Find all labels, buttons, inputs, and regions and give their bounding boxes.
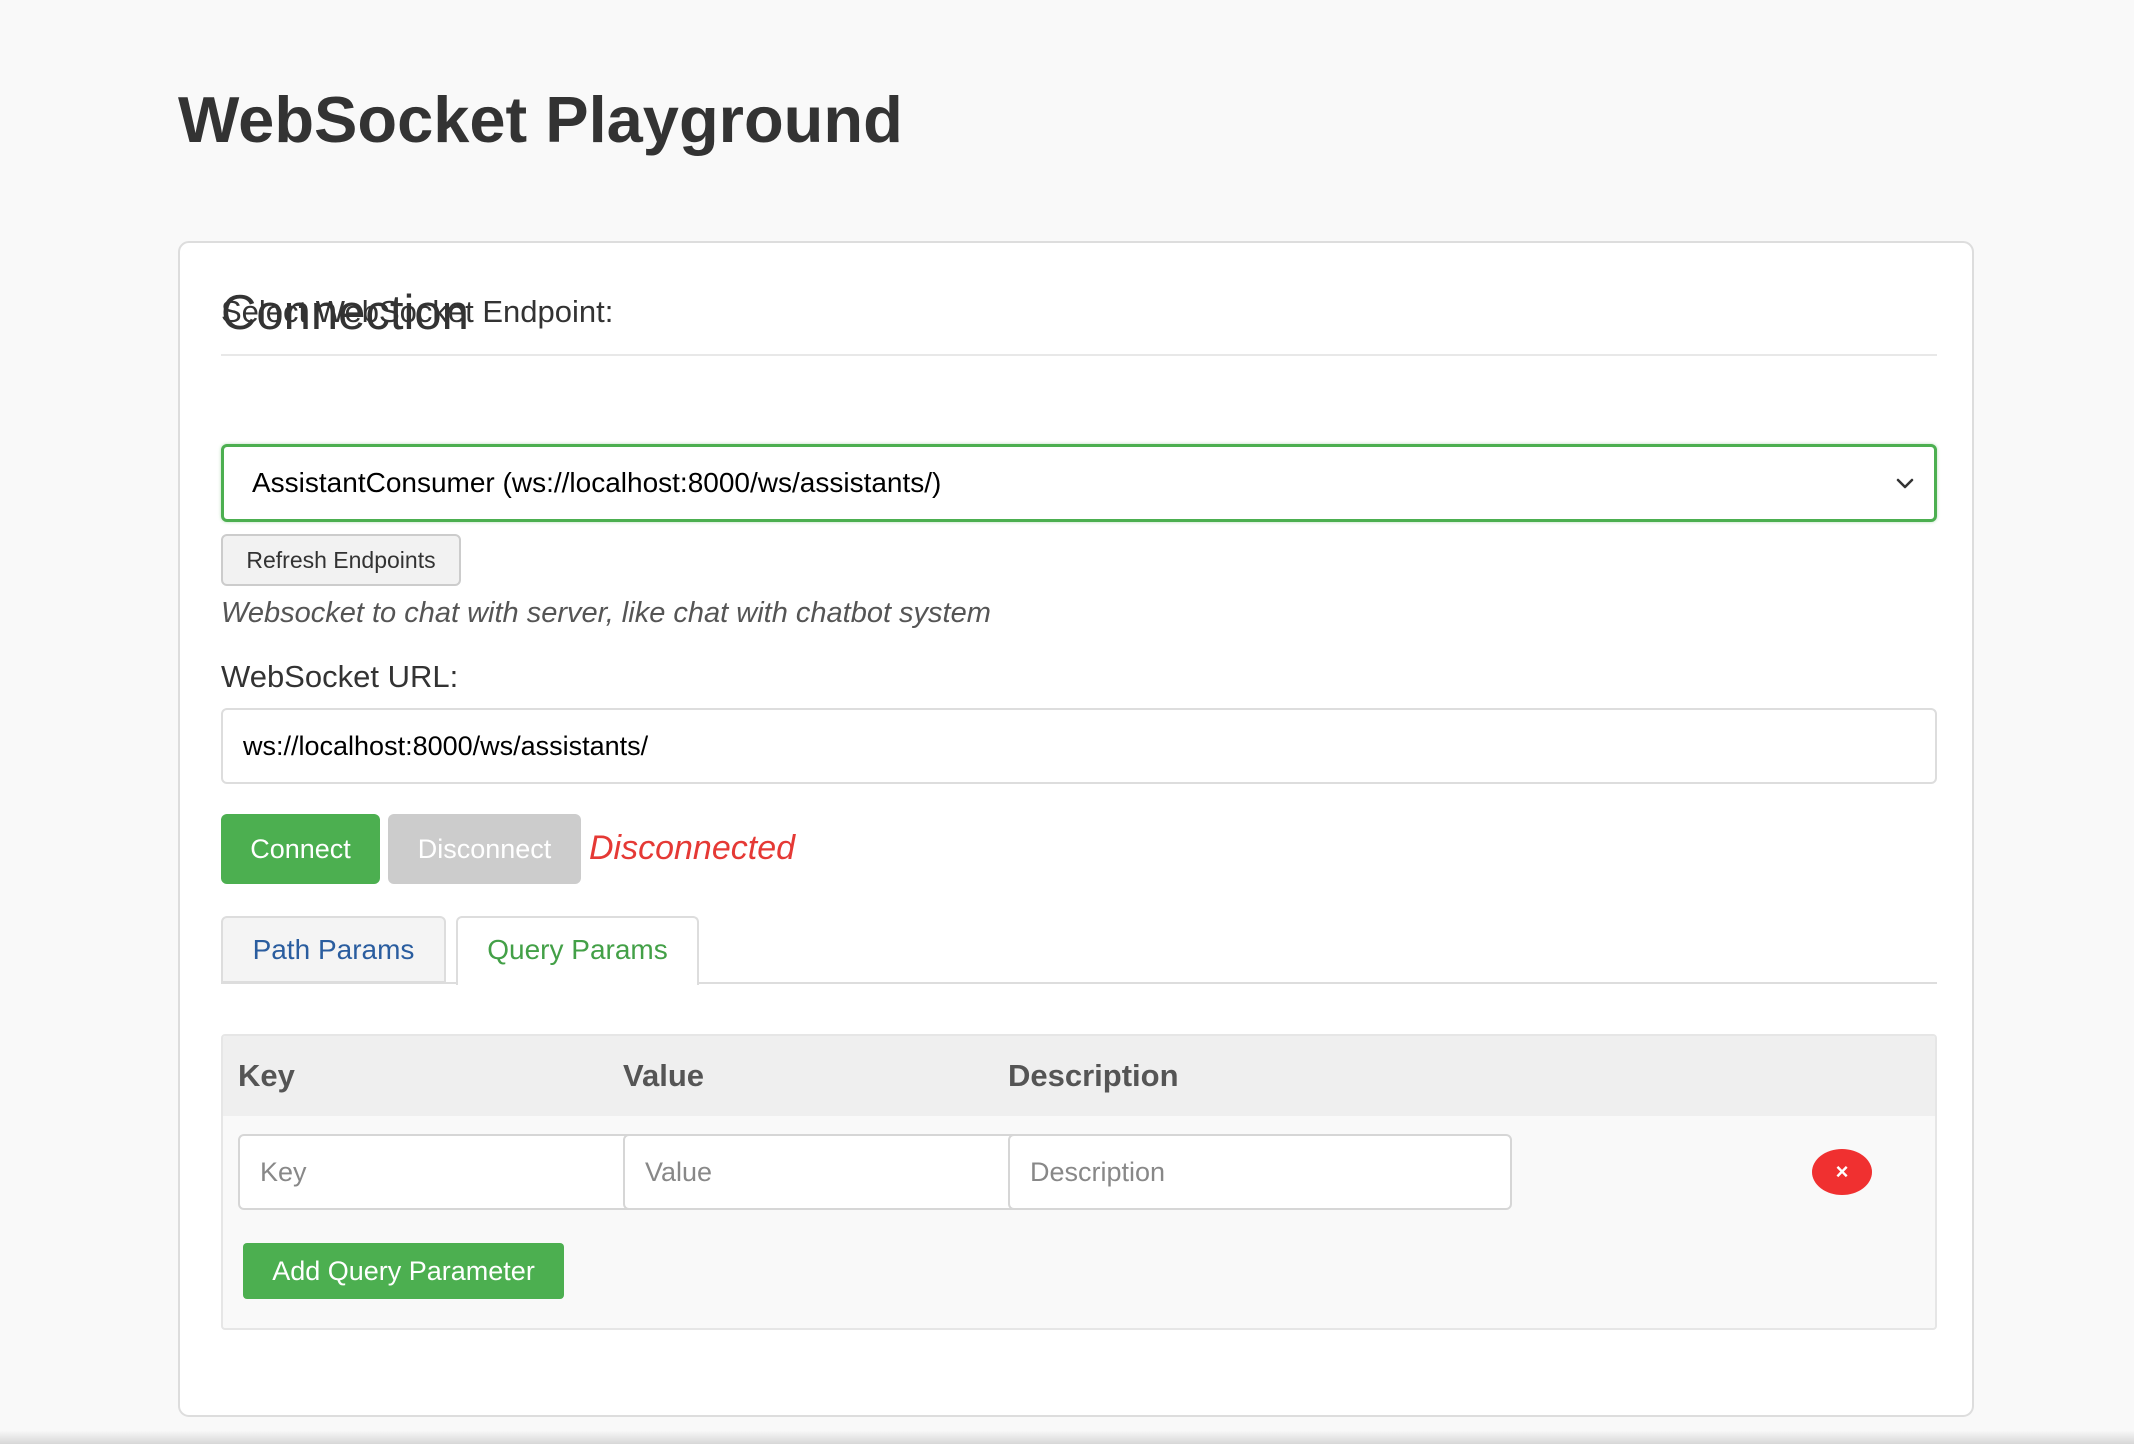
chevron-down-icon bbox=[1896, 478, 1914, 489]
column-header-description: Description bbox=[1008, 1058, 1179, 1093]
refresh-endpoints-button[interactable]: Refresh Endpoints bbox=[221, 534, 461, 586]
url-label: WebSocket URL: bbox=[221, 659, 459, 694]
connection-status: Disconnected bbox=[589, 829, 796, 867]
endpoint-selected-value: AssistantConsumer (ws://localhost:8000/w… bbox=[252, 467, 942, 498]
window-bottom-edge bbox=[0, 1430, 2134, 1444]
connect-button[interactable]: Connect bbox=[221, 814, 380, 884]
page-title: WebSocket Playground bbox=[178, 83, 903, 156]
tab-query-params[interactable]: Query Params bbox=[456, 916, 699, 985]
close-icon: × bbox=[1835, 1159, 1849, 1184]
section-divider bbox=[221, 354, 1937, 356]
disconnect-button[interactable]: Disconnect bbox=[388, 814, 581, 884]
websocket-url-input[interactable] bbox=[221, 708, 1937, 784]
connection-card: Connection Select WebSocket Endpoint: As… bbox=[178, 241, 1974, 1417]
param-description-input[interactable] bbox=[1008, 1134, 1512, 1210]
params-table-header: Key Value Description bbox=[223, 1036, 1935, 1116]
query-params-panel: Key Value Description × Add Query Parame… bbox=[221, 1034, 1937, 1330]
tab-path-params[interactable]: Path Params bbox=[221, 916, 446, 983]
endpoint-label: Select WebSocket Endpoint: bbox=[221, 294, 614, 329]
column-header-key: Key bbox=[238, 1058, 295, 1093]
endpoint-select[interactable]: AssistantConsumer (ws://localhost:8000/w… bbox=[221, 444, 1937, 522]
delete-param-button[interactable]: × bbox=[1812, 1149, 1872, 1195]
column-header-value: Value bbox=[623, 1058, 704, 1093]
endpoint-description: Websocket to chat with server, like chat… bbox=[221, 597, 991, 629]
add-query-parameter-button[interactable]: Add Query Parameter bbox=[243, 1243, 564, 1299]
